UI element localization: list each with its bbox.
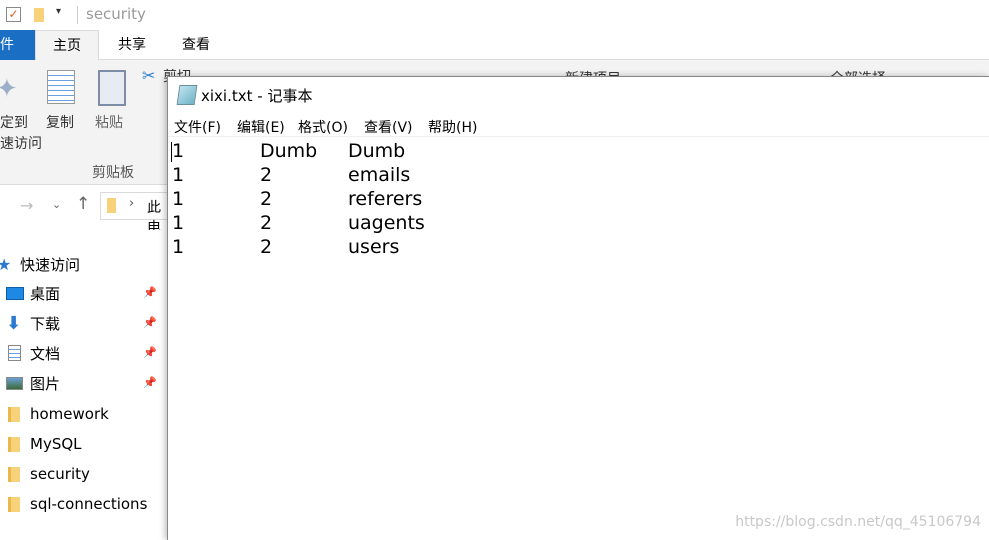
nav-quick-access[interactable]: ★ 快速访问 <box>0 250 165 280</box>
nav-item-documents[interactable]: 文档 📌 <box>0 339 165 369</box>
document-icon <box>8 345 21 361</box>
cell: emails <box>348 164 411 186</box>
cell: uagents <box>348 212 425 234</box>
notepad-icon <box>176 85 198 105</box>
folder-icon <box>8 437 20 452</box>
cell: 2 <box>260 236 273 258</box>
folder-icon <box>107 198 116 213</box>
cell: 2 <box>260 164 273 186</box>
pin-icon[interactable]: 📌 <box>143 347 157 358</box>
text-line: 1 2 uagents <box>168 211 989 235</box>
window-title: security <box>86 5 146 23</box>
nav-label: sql-connections <box>30 495 148 513</box>
nav-item-desktop[interactable]: 桌面 📌 <box>0 279 165 309</box>
cell: 2 <box>260 212 273 234</box>
scissors-icon: ✂ <box>142 66 156 85</box>
text-line: 1 2 users <box>168 235 989 259</box>
notepad-title: xixi.txt - 记事本 <box>201 87 313 105</box>
up-button[interactable]: ↑ <box>76 194 90 214</box>
cell: 2 <box>260 188 273 210</box>
tab-home[interactable]: 主页 <box>35 30 99 61</box>
cell: Dumb <box>260 140 318 162</box>
download-icon: ⬇ <box>6 313 22 334</box>
nav-label: 桌面 <box>30 285 61 303</box>
folder-icon <box>8 497 20 512</box>
nav-item-security[interactable]: security <box>0 459 165 489</box>
pin-icon[interactable]: 📌 <box>143 317 157 328</box>
cell: 1 <box>172 140 185 162</box>
nav-label: MySQL <box>30 435 82 453</box>
nav-label: homework <box>30 405 109 423</box>
address-bar-area: → ⌄ ↑ › 此电 <box>0 186 170 236</box>
menu-file[interactable]: 文件(F) <box>174 117 221 137</box>
nav-label: 下载 <box>30 315 61 333</box>
cell: 1 <box>172 212 185 234</box>
pin-icon: ✦ <box>0 74 18 104</box>
folder-icon <box>8 467 20 482</box>
nav-item-homework[interactable]: homework <box>0 399 165 429</box>
breadcrumb-chevron-icon: › <box>129 196 135 211</box>
nav-item-sql-connections[interactable]: sql-connections <box>0 489 165 519</box>
nav-label: 图片 <box>30 375 61 393</box>
notepad-text-area[interactable]: 1 Dumb Dumb 1 2 emails 1 2 referers 1 2 uagents … <box>168 139 989 540</box>
desktop-icon <box>6 287 24 300</box>
quick-access-dropdown-icon[interactable]: ▾ <box>56 6 61 17</box>
tab-share[interactable]: 共享 <box>100 30 164 60</box>
tab-view[interactable]: 查看 <box>164 30 228 60</box>
ribbon-tabs: 件 主页 共享 查看 <box>0 30 989 61</box>
address-input[interactable]: › 此电 <box>100 192 170 236</box>
pin-quick-access-label[interactable]: 定到 <box>0 112 28 132</box>
menu-view[interactable]: 查看(V) <box>364 117 413 137</box>
cell: users <box>348 236 400 258</box>
menu-edit[interactable]: 编辑(E) <box>237 117 285 137</box>
notepad-menu-bar: 文件(F) 编辑(E) 格式(O) 查看(V) 帮助(H) <box>168 113 989 137</box>
pin-quick-access-label-2[interactable]: 速访问 <box>0 133 42 153</box>
nav-item-pictures[interactable]: 图片 📌 <box>0 369 165 399</box>
menu-help[interactable]: 帮助(H) <box>428 117 477 137</box>
nav-label: 文档 <box>30 345 61 363</box>
cell: referers <box>348 188 423 210</box>
star-icon: ★ <box>0 255 12 274</box>
text-line: 1 2 referers <box>168 187 989 211</box>
notepad-window: xixi.txt - 记事本 文件(F) 编辑(E) 格式(O) 查看(V) 帮… <box>167 76 989 540</box>
nav-item-downloads[interactable]: ⬇ 下载 📌 <box>0 309 165 339</box>
paste-icon <box>98 70 126 106</box>
watermark: https://blog.csdn.net/qq_45106794 <box>735 514 981 530</box>
pin-icon[interactable]: 📌 <box>143 377 157 388</box>
folder-icon[interactable] <box>34 8 44 22</box>
copy-button[interactable]: 复制 <box>46 112 74 132</box>
properties-icon[interactable]: ✓ <box>6 7 21 22</box>
notepad-title-bar[interactable]: xixi.txt - 记事本 <box>168 77 989 113</box>
pictures-icon <box>6 377 23 390</box>
cell: 1 <box>172 188 185 210</box>
pin-icon[interactable]: 📌 <box>143 287 157 298</box>
cell: 1 <box>172 236 185 258</box>
forward-button[interactable]: → <box>20 196 33 215</box>
paste-button[interactable]: 粘贴 <box>95 112 123 132</box>
text-line: 1 2 emails <box>168 163 989 187</box>
clipboard-group-label: 剪贴板 <box>92 165 134 181</box>
explorer-title-bar: ✓ ▾ security <box>0 0 989 30</box>
nav-item-mysql[interactable]: MySQL <box>0 429 165 459</box>
menu-format[interactable]: 格式(O) <box>298 117 348 137</box>
navigation-pane: ★ 快速访问 桌面 📌 ⬇ 下载 📌 文档 📌 图片 📌 homework My… <box>0 230 167 540</box>
cell: 1 <box>172 164 185 186</box>
tab-file[interactable]: 件 <box>0 30 35 60</box>
text-line: 1 Dumb Dumb <box>168 139 989 163</box>
copy-icon <box>47 70 75 104</box>
cell: Dumb <box>348 140 406 162</box>
nav-label: security <box>30 465 90 483</box>
title-divider <box>77 6 78 24</box>
nav-label: 快速访问 <box>20 256 81 274</box>
recent-dropdown-button[interactable]: ⌄ <box>52 198 61 211</box>
folder-icon <box>8 407 20 422</box>
